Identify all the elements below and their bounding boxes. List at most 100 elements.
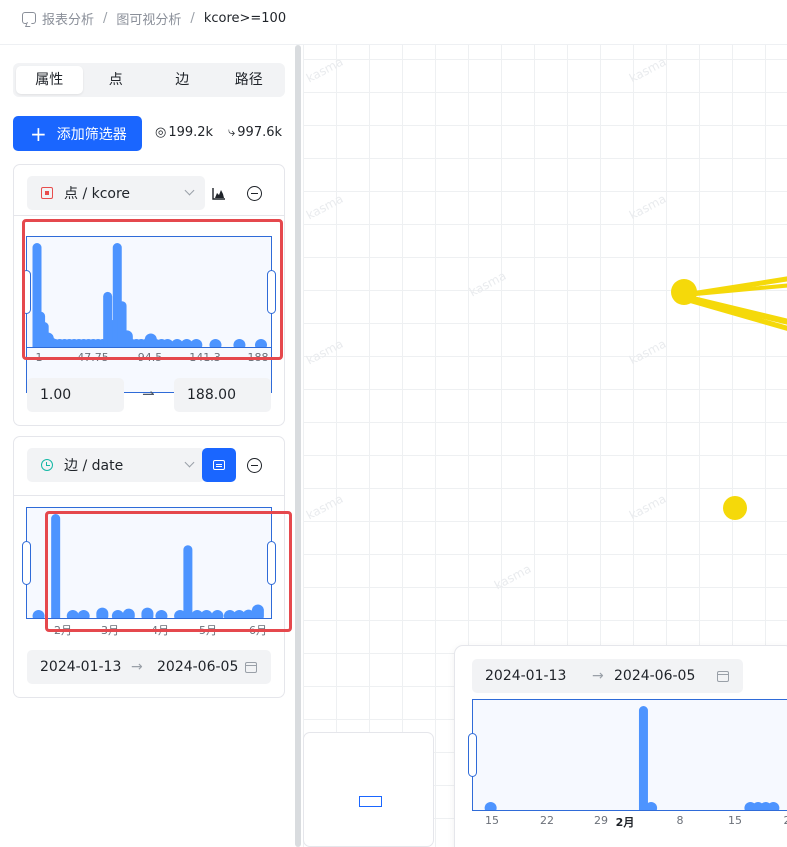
- histogram-bar: [255, 339, 267, 347]
- calendar-icon: [717, 671, 729, 682]
- axis-tick-label: 3月: [101, 624, 119, 637]
- histogram-bar: [251, 604, 264, 618]
- breadcrumb-separator: /: [103, 10, 108, 26]
- add-filter-button[interactable]: + 添加筛选器: [13, 116, 142, 151]
- field-select-kcore[interactable]: 点 / kcore: [27, 176, 205, 210]
- axis-tick-label: 8: [676, 814, 684, 827]
- histogram-bar: [233, 339, 246, 347]
- tab-properties[interactable]: 属性: [16, 66, 83, 94]
- graph-node[interactable]: [671, 279, 697, 305]
- add-filter-label: 添加筛选器: [56, 126, 127, 143]
- breadcrumb-item-report[interactable]: 报表分析: [42, 9, 94, 28]
- histogram-bar: [32, 610, 45, 618]
- range-handle-left[interactable]: [22, 270, 31, 314]
- arrow-right-icon: →: [131, 659, 143, 675]
- histogram-bar: [155, 610, 168, 618]
- bar-chart-icon: [212, 187, 225, 200]
- start-date[interactable]: 2024-01-13: [40, 659, 121, 675]
- edge-count: ⤷ 997.6k: [228, 125, 282, 140]
- histogram-bar: [484, 802, 497, 810]
- histogram-bar: [141, 607, 154, 618]
- axis-tick-label: 29: [594, 814, 608, 827]
- tab-bar: 属性 点 边 路径: [13, 63, 285, 97]
- histogram-bar: [200, 610, 213, 618]
- end-date[interactable]: 2024-06-05: [157, 659, 238, 675]
- axis-tick-label: 5月: [199, 624, 217, 637]
- axis-tick-label: 188: [247, 351, 269, 364]
- clock-icon: [41, 459, 53, 471]
- axis-tick-label: 4月: [151, 624, 169, 637]
- minus-circle-icon: [246, 457, 262, 473]
- histogram-bar: [66, 610, 79, 618]
- edge-bundle: [682, 276, 787, 331]
- minimap-viewport[interactable]: [359, 796, 382, 807]
- range-handle-right[interactable]: [267, 541, 276, 585]
- edge-count-value: 997.6k: [237, 125, 283, 140]
- splitter-handle[interactable]: [295, 45, 301, 847]
- histogram-bar: [183, 545, 193, 618]
- histogram-bars: [484, 706, 780, 810]
- card-divider: [14, 495, 284, 496]
- remove-filter-button[interactable]: [243, 180, 265, 206]
- axis-tick-label: 2: [784, 814, 787, 827]
- axis-tick-label: 47.75: [77, 351, 109, 364]
- chevron-down-icon: [184, 457, 195, 468]
- tab-nodes[interactable]: 点: [83, 66, 150, 94]
- breadcrumb-separator: /: [190, 10, 195, 26]
- breadcrumb-item-current: kcore>=100: [203, 10, 287, 26]
- node-count-icon: ◎: [155, 125, 167, 140]
- histogram-bar: [122, 608, 135, 618]
- panel-splitter[interactable]: [293, 45, 303, 847]
- field-select-date[interactable]: 边 / date: [27, 448, 205, 482]
- field-select-label: 边 / date: [64, 458, 124, 474]
- plus-icon: +: [30, 121, 47, 146]
- histogram-bar: [211, 610, 224, 618]
- tab-edges[interactable]: 边: [149, 66, 216, 94]
- chevron-down-icon: [184, 185, 195, 196]
- timeline-start-date[interactable]: 2024-01-13: [485, 668, 566, 684]
- minimap[interactable]: [303, 732, 434, 847]
- range-handle-left[interactable]: [22, 541, 31, 585]
- comment-button[interactable]: [202, 448, 236, 482]
- timeline-end-date[interactable]: 2024-06-05: [614, 668, 695, 684]
- comment-icon: [22, 12, 36, 24]
- remove-filter-button[interactable]: [243, 452, 265, 478]
- range-handle-left[interactable]: [468, 733, 477, 777]
- calendar-icon: [245, 662, 257, 673]
- tab-paths[interactable]: 路径: [216, 66, 283, 94]
- arrow-right-icon: ⇀: [142, 385, 155, 403]
- axis-tick-label: 2月: [54, 624, 72, 637]
- node-count: ◎ 199.2k: [155, 125, 213, 140]
- range-handle-right[interactable]: [267, 270, 276, 314]
- axis-tick-label: 6月: [249, 624, 267, 637]
- axis-tick-label: 2月: [615, 816, 635, 829]
- breadcrumb: 报表分析 / 图可视分析 / kcore>=100: [0, 0, 787, 36]
- minus-circle-icon: [246, 185, 262, 201]
- histogram-bar: [111, 610, 124, 618]
- histogram-bar: [638, 706, 648, 810]
- filter-panel: 属性 点 边 路径 + 添加筛选器 ◎ 199.2k ⤷ 997.6k 点 / …: [0, 45, 293, 847]
- histogram-bar: [96, 607, 109, 618]
- card-divider: [14, 215, 284, 216]
- histogram-bars: [32, 243, 267, 347]
- edge-count-icon: ⤷: [228, 125, 236, 140]
- histogram-bar: [51, 514, 61, 618]
- comment-icon: [213, 460, 225, 470]
- kcore-max-input[interactable]: 188.00: [174, 378, 271, 412]
- arrow-right-icon: →: [592, 668, 604, 684]
- timeline-date-range[interactable]: 2024-01-13 → 2024-06-05: [472, 659, 743, 693]
- histogram-bar: [77, 610, 90, 618]
- histogram-bar: [190, 339, 203, 347]
- axis-tick-label: 15: [728, 814, 742, 827]
- axis-tick-label: 1: [35, 351, 43, 364]
- field-select-label: 点 / kcore: [64, 186, 131, 202]
- graph-node[interactable]: [723, 496, 747, 520]
- kcore-min-input[interactable]: 1.00: [27, 378, 124, 412]
- histogram-toggle-button[interactable]: [208, 180, 230, 206]
- date-range-input[interactable]: 2024-01-13 → 2024-06-05: [27, 650, 271, 684]
- axis-tick-label: 94.5: [137, 351, 163, 364]
- breadcrumb-item-graph[interactable]: 图可视分析: [116, 9, 181, 28]
- app-root: 报表分析 / 图可视分析 / kcore>=100 属性 点 边 路径 + 添加…: [0, 0, 787, 847]
- axis-tick-label: 15: [485, 814, 499, 827]
- histogram-bar: [209, 339, 222, 347]
